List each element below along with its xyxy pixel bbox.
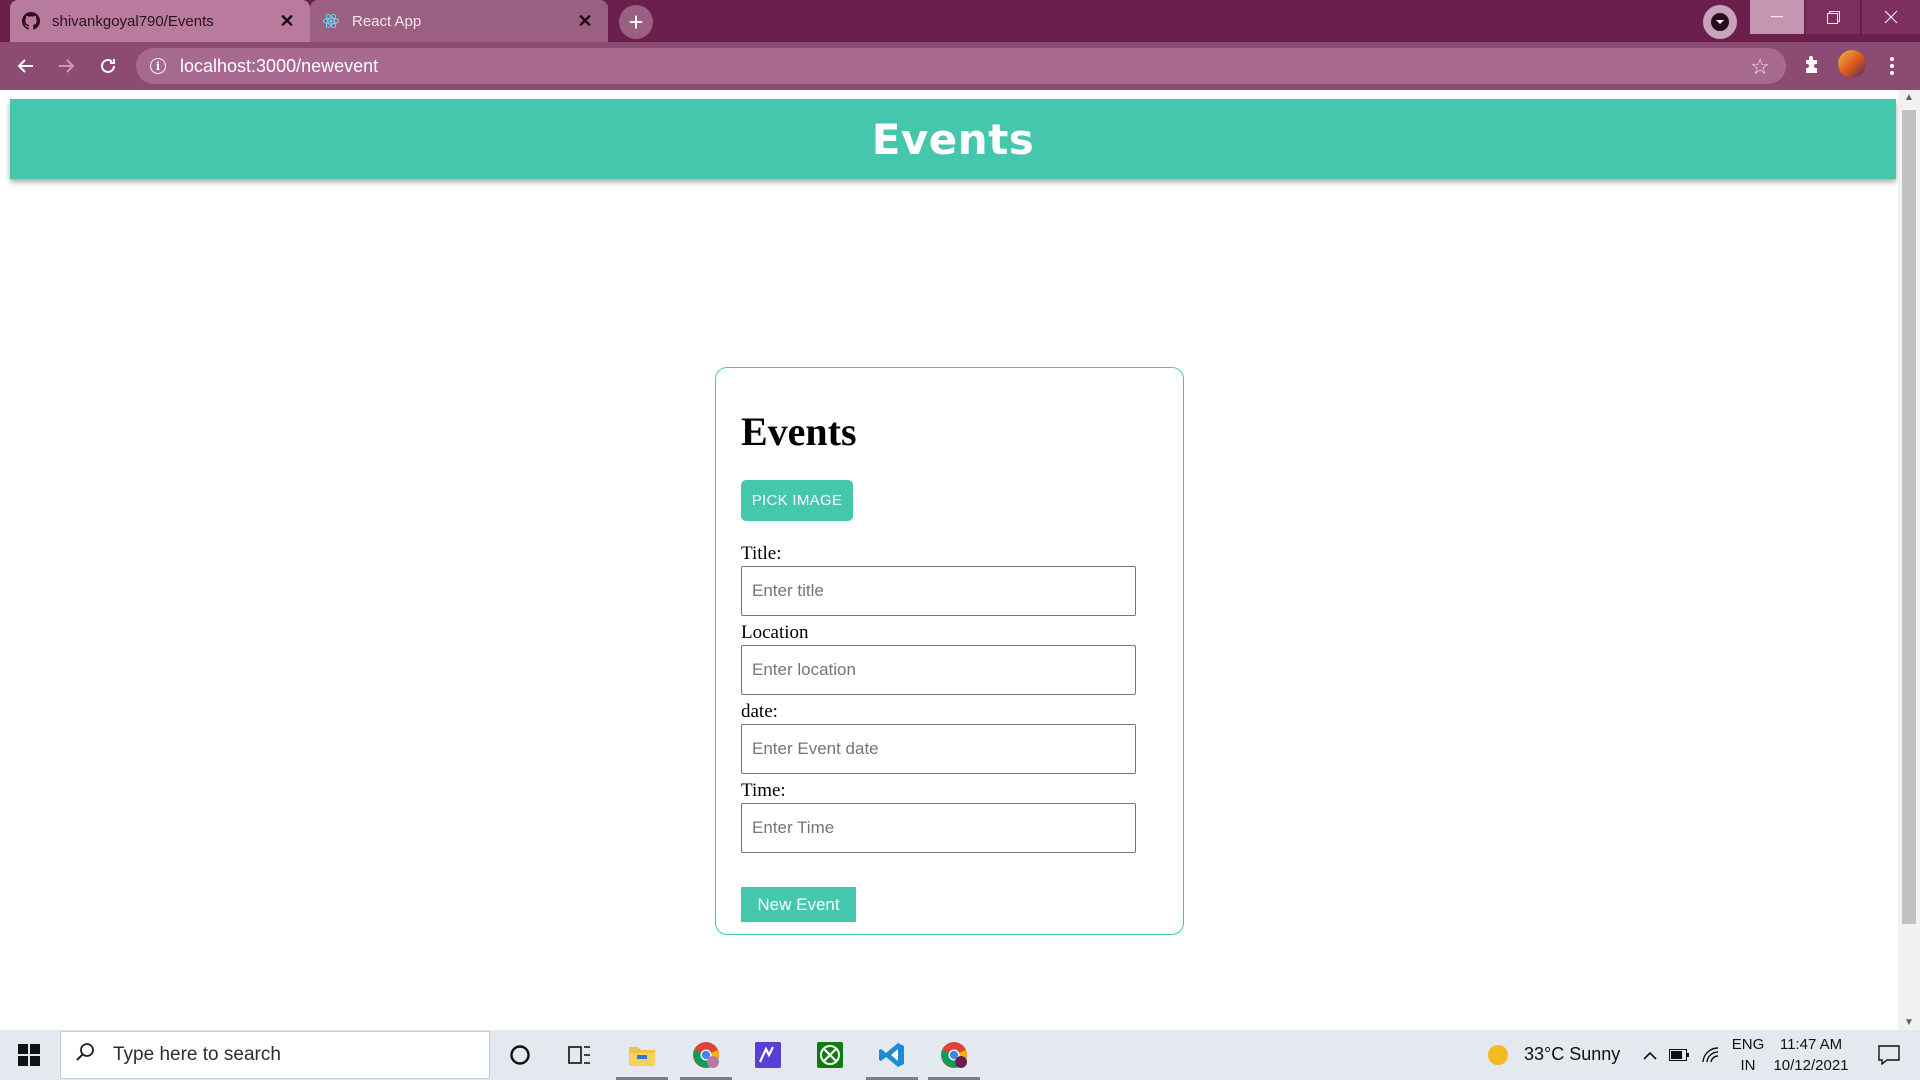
title-input[interactable] (741, 566, 1136, 616)
chevron-down-icon (1711, 13, 1729, 31)
scroll-down-arrow-icon[interactable]: ▼ (1904, 1017, 1914, 1028)
page-viewport: Events Events PICK IMAGE Title: Location… (0, 90, 1898, 1030)
scroll-up-arrow-icon[interactable]: ▲ (1904, 92, 1914, 103)
taskbar-search-box[interactable]: Type here to search (60, 1031, 490, 1079)
new-tab-button[interactable]: + (619, 5, 653, 39)
location-input[interactable] (741, 645, 1136, 695)
chrome-icon[interactable] (676, 1030, 736, 1080)
app-title: Events (871, 114, 1035, 164)
clock-time[interactable]: 11:47 AM (1772, 1036, 1850, 1053)
tab-github[interactable]: shivankgoyal790/Events ✕ (10, 0, 310, 42)
bookmark-star-icon[interactable]: ☆ (1750, 54, 1770, 80)
back-arrow-icon[interactable] (10, 50, 42, 82)
close-tab-icon[interactable]: ✕ (276, 10, 298, 32)
browser-toolbar: i localhost:3000/newevent ☆ (0, 42, 1920, 90)
xbox-icon[interactable] (800, 1030, 860, 1080)
tab-title: React App (352, 12, 422, 30)
url-text: localhost:3000/newevent (180, 55, 379, 76)
weather-sun-icon[interactable] (1470, 1030, 1526, 1080)
tab-title: shivankgoyal790/Events (52, 12, 214, 30)
date-input[interactable] (741, 724, 1136, 774)
cortana-icon[interactable] (490, 1030, 550, 1080)
weather-text[interactable]: 33°C Sunny (1524, 1044, 1620, 1065)
windows-start-button[interactable] (0, 1030, 58, 1080)
site-info-icon[interactable]: i (150, 58, 166, 74)
date-label: date: (741, 701, 778, 722)
file-explorer-icon[interactable] (612, 1030, 672, 1080)
scrollbar-thumb[interactable] (1902, 110, 1916, 924)
browser-tab-strip: shivankgoyal790/Events ✕ React App ✕ + (0, 0, 1920, 42)
window-minimize-button[interactable] (1750, 0, 1804, 34)
time-input[interactable] (741, 803, 1136, 853)
vertical-scrollbar[interactable]: ▲ ▼ (1898, 90, 1920, 1030)
chevron-up-icon[interactable] (1636, 1030, 1664, 1080)
address-bar[interactable]: i localhost:3000/newevent ☆ (136, 48, 1786, 84)
task-view-icon[interactable] (550, 1030, 610, 1080)
profile-avatar[interactable] (1838, 50, 1866, 78)
form-heading: Events (741, 409, 857, 454)
wifi-icon[interactable] (1696, 1030, 1726, 1080)
tab-react-app[interactable]: React App ✕ (310, 0, 608, 42)
language-indicator[interactable]: ENG (1730, 1036, 1766, 1053)
search-icon (75, 1042, 95, 1068)
battery-icon[interactable] (1664, 1030, 1694, 1080)
chrome-profile-menu-button[interactable] (1703, 5, 1737, 39)
window-close-button[interactable] (1862, 0, 1920, 34)
vscode-icon[interactable] (862, 1030, 922, 1080)
location-label: Location (741, 622, 809, 643)
windows-logo-icon (18, 1044, 40, 1066)
notification-center-icon[interactable] (1860, 1030, 1918, 1080)
kebab-menu-icon[interactable] (1876, 50, 1908, 82)
windows-taskbar: Type here to search 33°C Sunny ENG IN 11… (0, 1030, 1920, 1080)
window-restore-button[interactable] (1806, 0, 1860, 34)
clock-date[interactable]: 10/12/2021 (1772, 1057, 1850, 1074)
github-icon (22, 12, 40, 30)
forward-arrow-icon[interactable] (50, 50, 82, 82)
react-icon (322, 12, 340, 30)
new-event-form-card: Events PICK IMAGE Title: Location date: … (715, 367, 1184, 935)
new-event-button[interactable]: New Event (741, 887, 856, 922)
close-tab-icon[interactable]: ✕ (574, 10, 596, 32)
app-header: Events (10, 99, 1896, 179)
region-indicator[interactable]: IN (1730, 1057, 1766, 1074)
search-placeholder: Type here to search (113, 1044, 281, 1065)
visual-studio-code-insiders-icon[interactable] (738, 1030, 798, 1080)
extensions-puzzle-icon[interactable] (1796, 50, 1828, 82)
chrome-profile-2-icon[interactable] (924, 1030, 984, 1080)
title-label: Title: (741, 543, 782, 564)
reload-icon[interactable] (92, 50, 124, 82)
pick-image-button[interactable]: PICK IMAGE (741, 480, 853, 521)
time-label: Time: (741, 780, 786, 801)
